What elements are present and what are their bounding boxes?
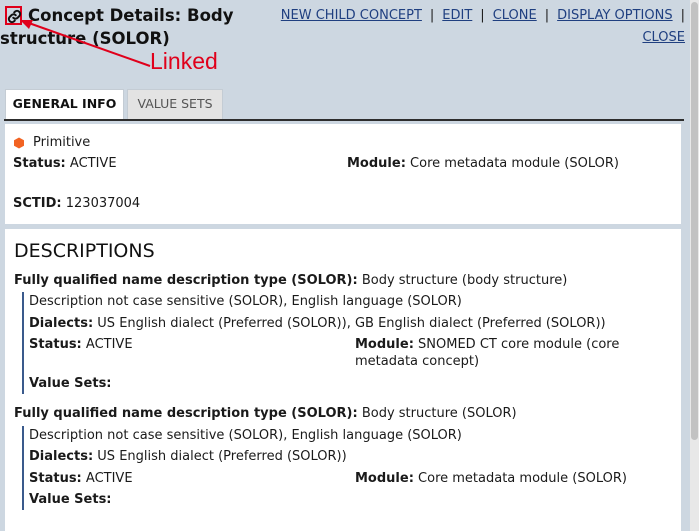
module-value: Core metadata module (SOLOR) — [410, 156, 619, 171]
annotation-label: Linked — [150, 48, 218, 74]
separator: | — [680, 8, 685, 23]
description-status-value: ACTIVE — [85, 471, 133, 486]
dialects-row: Dialects: US English dialect (Preferred … — [29, 315, 606, 332]
description-module-value: Core metadata module (SOLOR) — [418, 471, 627, 486]
edit-link[interactable]: EDIT — [442, 8, 472, 23]
scrollbar-thumb[interactable] — [691, 2, 698, 440]
description-module-label: Module: — [355, 471, 414, 486]
new-child-concept-link[interactable]: NEW CHILD CONCEPT — [281, 8, 422, 23]
value-sets-label: Value Sets: — [29, 376, 112, 391]
description-status-label: Status: — [29, 337, 82, 352]
definition-status: Primitive — [33, 135, 91, 150]
close-link[interactable]: CLOSE — [642, 30, 685, 45]
status-value: ACTIVE — [69, 156, 117, 171]
description-indent-bar — [22, 426, 24, 510]
module-label: Module: — [347, 156, 406, 171]
status-row: Status: ACTIVE — [13, 155, 117, 172]
separator: | — [544, 8, 550, 23]
dialects-row: Dialects: US English dialect (Preferred … — [29, 448, 347, 465]
description-module-label: Module: — [355, 337, 414, 352]
description-status-label: Status: — [29, 471, 82, 486]
hexagon-icon — [14, 137, 24, 149]
sctid-label: SCTID: — [13, 196, 62, 211]
dialects-value: US English dialect (Preferred (SOLOR)), … — [97, 316, 606, 331]
annotation-arrow — [20, 20, 151, 67]
description-type-label: Fully qualified name description type (S… — [14, 273, 358, 288]
description-status-value: ACTIVE — [85, 337, 133, 352]
clone-link[interactable]: CLONE — [493, 8, 537, 23]
separator: | — [480, 8, 485, 23]
sctid-value: 123037004 — [65, 196, 141, 211]
description-text: Body structure (body structure) — [361, 273, 568, 288]
separator: | — [429, 8, 435, 23]
dialects-value: US English dialect (Preferred (SOLOR)) — [97, 449, 347, 464]
tab-divider — [4, 119, 684, 121]
action-links: NEW CHILD CONCEPT | EDIT | CLONE | DISPLAY OPT… — [265, 5, 685, 49]
descriptions-title: DESCRIPTIONS — [14, 240, 155, 262]
description-text: Body structure (SOLOR) — [361, 406, 517, 421]
description-module-row: Module: Core metadata module (SOLOR) — [355, 470, 627, 487]
dialects-label: Dialects: — [29, 449, 94, 464]
description-type-row: Fully qualified name description type (S… — [14, 405, 517, 422]
sctid-row: SCTID: 123037004 — [13, 195, 140, 212]
status-label: Status: — [13, 156, 66, 171]
description-status-row: Status: ACTIVE — [29, 336, 133, 353]
description-status-row: Status: ACTIVE — [29, 470, 133, 487]
module-row: Module: Core metadata module (SOLOR) — [347, 155, 619, 172]
display-options-link[interactable]: DISPLAY OPTIONS — [557, 8, 673, 23]
vertical-scrollbar[interactable] — [690, 0, 699, 531]
description-type-label: Fully qualified name description type (S… — [14, 406, 358, 421]
description-case-language: Description not case sensitive (SOLOR), … — [29, 428, 462, 443]
tab-value-sets[interactable]: VALUE SETS — [127, 89, 223, 119]
description-type-row: Fully qualified name description type (S… — [14, 272, 567, 289]
tab-general-info[interactable]: GENERAL INFO — [5, 89, 124, 121]
dialects-label: Dialects: — [29, 316, 94, 331]
description-indent-bar — [22, 292, 24, 394]
description-module-row: Module: SNOMED CT core module (core meta… — [355, 336, 675, 370]
value-sets-label: Value Sets: — [29, 492, 112, 507]
description-case-language: Description not case sensitive (SOLOR), … — [29, 294, 462, 309]
